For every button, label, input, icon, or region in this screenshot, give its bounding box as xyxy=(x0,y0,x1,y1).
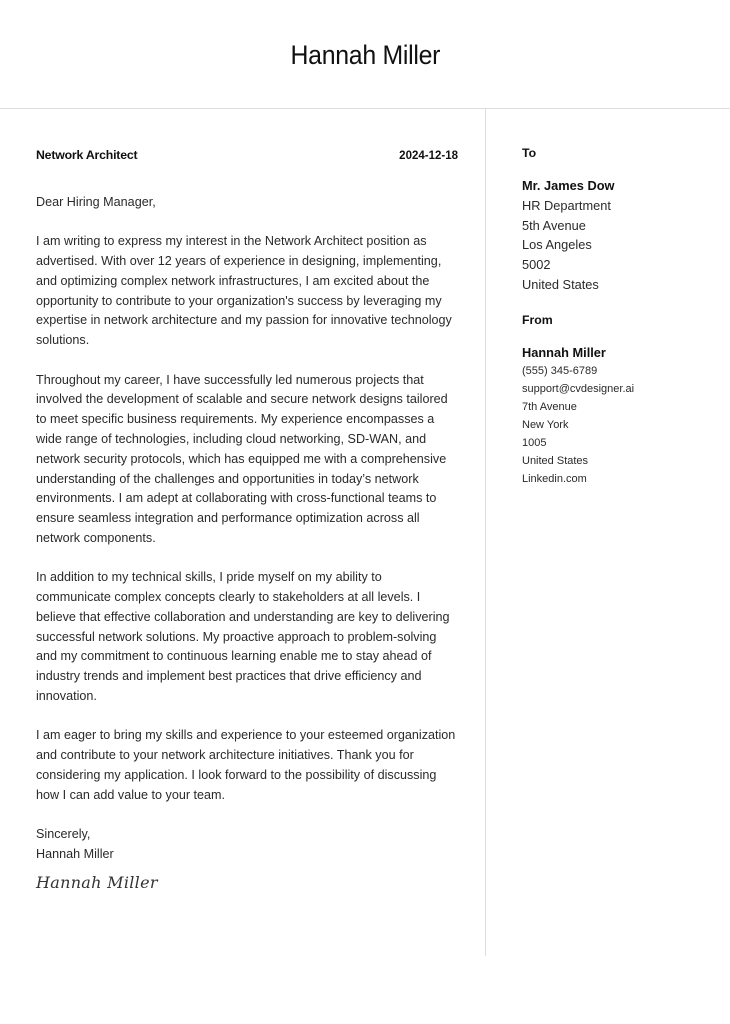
sender-street: 7th Avenue xyxy=(522,400,577,413)
letter-body: Network Architect 2024-12-18 Dear Hiring… xyxy=(36,146,458,892)
sender-postal-code: 1005 xyxy=(522,436,547,449)
recipient-country: United States xyxy=(522,276,599,292)
recipient-label: To xyxy=(522,146,537,160)
recipient-street: 5th Avenue xyxy=(522,217,586,233)
greeting: Dear Hiring Manager, xyxy=(36,195,156,209)
recipient-postal-code: 5002 xyxy=(522,257,551,273)
closing-name: Hannah Miller xyxy=(36,846,114,861)
letter-meta: Network Architect 2024-12-18 xyxy=(36,146,458,166)
paragraph: I am eager to bring my skills and experi… xyxy=(36,728,456,802)
recipient-city: Los Angeles xyxy=(522,237,592,253)
sender-name: Hannah Miller xyxy=(522,344,606,360)
letter-date: 2024-12-18 xyxy=(399,150,458,162)
paragraph: Throughout my career, I have successfull… xyxy=(36,372,448,545)
sender-email[interactable]: support@cvdesigner.ai xyxy=(522,380,722,398)
signature: Hannah Miller xyxy=(36,872,158,892)
applicant-name: Hannah Miller xyxy=(290,39,440,70)
sender-linkedin[interactable]: Linkedin.com xyxy=(522,470,722,488)
paragraph: I am writing to express my interest in t… xyxy=(36,234,452,348)
sender-label: From xyxy=(522,312,553,327)
closing: Sincerely, xyxy=(36,827,91,842)
recipient-department: HR Department xyxy=(522,197,611,213)
header-divider xyxy=(0,108,730,109)
sender-country: United States xyxy=(522,454,589,467)
address-sidebar: To Mr. James Dow HR Department 5th Avenu… xyxy=(522,146,722,488)
sender-phone: (555) 345-6789 xyxy=(522,364,598,377)
letter-header: Hannah Miller xyxy=(0,0,730,108)
sender-city: New York xyxy=(522,418,569,431)
paragraph: In addition to my technical skills, I pr… xyxy=(36,570,450,704)
recipient-name: Mr. James Dow xyxy=(522,178,615,193)
column-divider xyxy=(485,108,486,956)
job-title: Network Architect xyxy=(36,148,138,162)
